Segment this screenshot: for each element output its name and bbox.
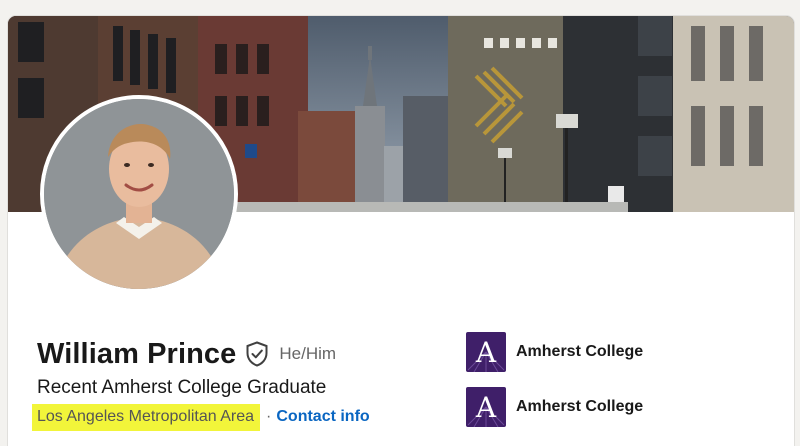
svg-text:A: A [475, 391, 497, 424]
education-entry[interactable]: A Amherst College [466, 387, 643, 427]
education-label: Amherst College [516, 398, 644, 415]
svg-text:A: A [475, 336, 497, 369]
amherst-logo-icon: A [466, 387, 506, 427]
profile-location: Los Angeles Metropolitan Area [32, 403, 261, 431]
shield-check-icon[interactable] [245, 341, 269, 367]
amherst-logo-icon: A [466, 332, 506, 372]
location-row: Los Angeles Metropolitan Area · Contact … [32, 402, 370, 432]
profile-avatar[interactable] [40, 95, 238, 293]
pronouns: He/Him [279, 344, 337, 363]
education-entry[interactable]: A Amherst College [466, 332, 643, 372]
name-row: William Prince He/Him [37, 334, 336, 374]
contact-info-link[interactable]: Contact info [276, 408, 369, 426]
separator-dot: · [266, 408, 272, 425]
education-label: Amherst College [516, 343, 644, 360]
profile-name: William Prince [37, 337, 237, 370]
profile-card: William Prince He/Him Recent Amherst Col… [8, 16, 794, 446]
profile-headline: Recent Amherst College Graduate [37, 377, 327, 398]
